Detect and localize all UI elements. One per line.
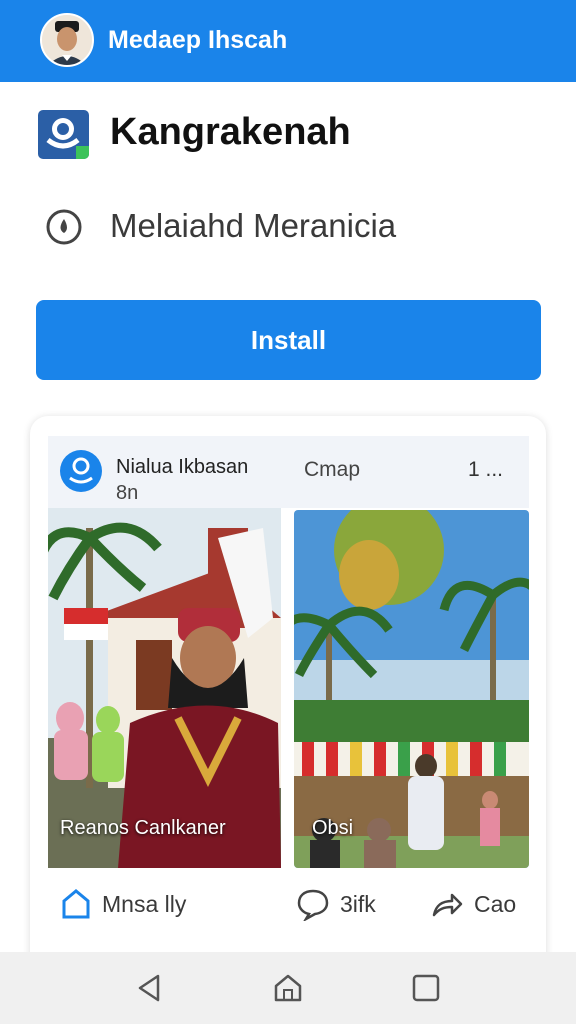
photo-caption-right: Obsi [312,817,354,839]
share-label: Cao [474,890,517,917]
recents-icon[interactable] [410,972,442,1004]
village-ceremony-photo-icon [48,508,281,868]
back-icon[interactable] [134,972,166,1004]
post-photo-right[interactable]: Obsi [294,510,529,868]
topbar-title: Medaep Ihscah [108,26,288,54]
like-label: Mnsa lly [102,890,187,917]
avatar-photo-icon [42,15,92,65]
install-button[interactable]: Install [36,300,541,380]
post-photo-left[interactable]: Reanos Canlkaner [48,508,281,868]
share-arrow-icon [432,893,463,917]
comment-bubble-icon [297,889,329,921]
post-header: Nialua Ikbasan 8n Cmap 1 ... [48,436,529,508]
bookmark-icon [62,889,90,919]
developer-name[interactable]: Melaiahd Meranicia [110,207,396,245]
post-tag: Cmap [304,458,361,481]
photo-caption-left: Reanos Canlkaner [60,817,226,839]
post-card: Nialua Ikbasan 8n Cmap 1 ... Reanos Canl… [30,416,546,976]
home-icon[interactable] [272,972,304,1004]
app-name: Kangrakenah [110,111,351,153]
app-icon [38,110,89,159]
profile-avatar[interactable] [40,13,94,67]
post-more-count[interactable]: 1 ... [468,458,503,482]
village-festival-photo-icon [294,510,529,868]
post-time: 8n [116,482,139,504]
like-action[interactable]: Mnsa lly [60,884,186,924]
comment-action[interactable]: 3ifk [296,884,376,924]
post-author-avatar-icon[interactable] [60,450,102,492]
system-nav-bar [0,952,576,1024]
comment-count: 3ifk [340,890,376,917]
developer-clock-icon [44,207,84,247]
share-action[interactable]: Cao [430,884,516,924]
top-bar: Medaep Ihscah [0,0,576,82]
post-author[interactable]: Nialua Ikbasan [116,456,248,479]
